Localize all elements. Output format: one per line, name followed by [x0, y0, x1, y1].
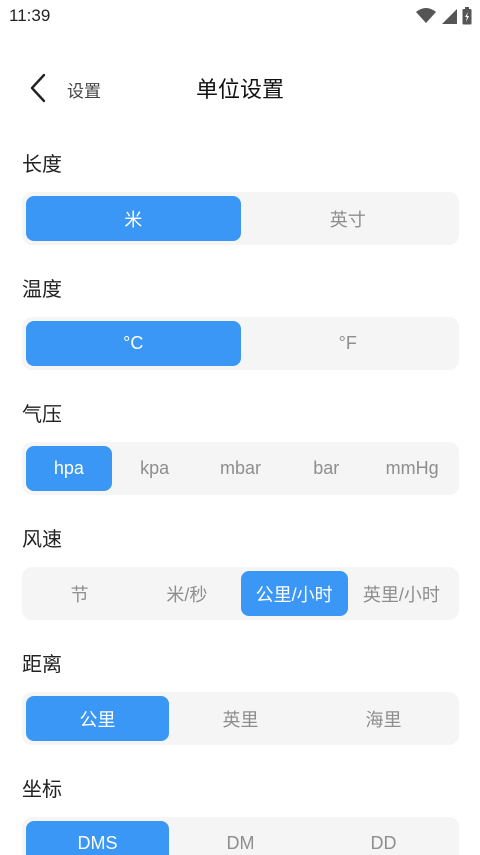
battery-icon: [462, 7, 472, 25]
section-title-length: 长度: [22, 152, 62, 176]
option-length-1[interactable]: 英寸: [241, 196, 456, 241]
status-time: 11:39: [9, 6, 51, 25]
option-wind-speed-3[interactable]: 英里/小时: [348, 571, 455, 616]
segmented-control-temperature: °C °F: [22, 317, 459, 370]
option-coordinate-1[interactable]: DM: [169, 821, 312, 855]
option-distance-2[interactable]: 海里: [312, 696, 455, 741]
segmented-control-coordinate: DMS DM DD: [22, 817, 459, 855]
status-icons: [416, 7, 472, 25]
section-title-distance: 距离: [22, 652, 62, 676]
nav-bar: 单位设置 设置: [0, 62, 480, 114]
back-label[interactable]: 设置: [67, 77, 101, 102]
option-coordinate-2[interactable]: DD: [312, 821, 455, 855]
section-title-wind-speed: 风速: [22, 527, 62, 551]
segmented-control-pressure: hpa kpa mbar bar mmHg: [22, 442, 459, 495]
option-wind-speed-2[interactable]: 公里/小时: [240, 571, 348, 616]
section-title-coordinate: 坐标: [22, 777, 62, 801]
option-coordinate-0[interactable]: DMS: [26, 821, 169, 855]
segmented-control-length: 米英寸: [22, 192, 459, 245]
segmented-control-distance: 公里 英里 海里: [22, 692, 459, 745]
section-title-pressure: 气压: [22, 402, 62, 426]
segmented-control-wind-speed: 节米/秒 公里/小时 英里/小时: [22, 567, 459, 620]
option-wind-speed-1[interactable]: 米/秒: [133, 571, 240, 616]
status-bar: 11:39: [0, 0, 480, 34]
option-distance-0[interactable]: 公里: [26, 696, 169, 741]
back-button[interactable]: [18, 70, 58, 106]
option-temperature-1[interactable]: °F: [241, 321, 456, 366]
wifi-icon: [416, 8, 436, 23]
option-pressure-3[interactable]: bar: [283, 446, 369, 491]
option-pressure-1[interactable]: kpa: [112, 446, 198, 491]
option-length-0[interactable]: 米: [26, 196, 241, 241]
option-distance-1[interactable]: 英里: [169, 696, 312, 741]
option-pressure-4[interactable]: mmHg: [369, 446, 455, 491]
option-temperature-0[interactable]: °C: [26, 321, 241, 366]
option-pressure-2[interactable]: mbar: [198, 446, 284, 491]
option-pressure-0[interactable]: hpa: [26, 446, 112, 491]
section-title-temperature: 温度: [22, 277, 62, 301]
chevron-left-icon: [30, 73, 46, 103]
option-wind-speed-0[interactable]: 节: [26, 571, 133, 616]
cell-signal-icon: [442, 9, 457, 24]
